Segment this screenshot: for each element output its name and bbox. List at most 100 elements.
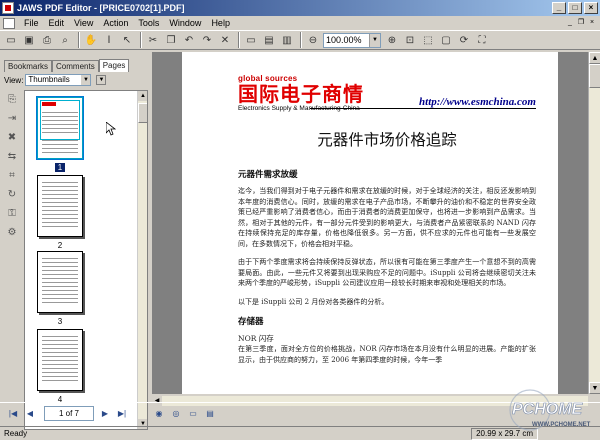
undo-icon[interactable]: ↶ (181, 32, 197, 48)
menu-view[interactable]: View (69, 16, 98, 30)
maximize-button[interactable]: □ (568, 2, 582, 14)
document-icon[interactable] (3, 17, 15, 29)
select-text-icon[interactable]: Ⅰ (101, 32, 117, 48)
mdi-controls: _ ❐ × (565, 18, 597, 28)
masthead-rule (310, 108, 536, 109)
fit-page-icon[interactable]: ⊡ (402, 32, 418, 48)
rotate-icon[interactable]: ⟳ (456, 32, 472, 48)
tab-bookmarks[interactable]: Bookmarks (4, 60, 53, 72)
single-page-icon[interactable]: ▭ (243, 32, 259, 48)
continuous-view-icon[interactable]: ▤ (203, 407, 217, 421)
redo-icon[interactable]: ↷ (199, 32, 215, 48)
paragraph: 由于下两个季度需求将会持续保持反弹状态，所以很有可能在第三季度产生一个意想不到的… (238, 258, 536, 287)
panel-options-button[interactable]: ▼ (96, 75, 107, 85)
actual-size-icon[interactable]: ▢ (438, 32, 454, 48)
masthead-url[interactable]: http://www.esmchina.com (419, 96, 536, 108)
insert-page-icon[interactable]: ⎘ (4, 92, 20, 108)
crop-page-icon[interactable]: ⌗ (4, 168, 20, 184)
fit-width-icon[interactable]: ⬚ (420, 32, 436, 48)
tab-comments[interactable]: Comments (52, 60, 99, 72)
select-tool-icon[interactable]: ↖ (119, 32, 135, 48)
mouse-cursor-icon (106, 122, 116, 136)
thumbnail-page[interactable]: 2 (37, 175, 85, 250)
copy-icon[interactable]: ❐ (163, 32, 179, 48)
continuous-icon[interactable]: ▤ (261, 32, 277, 48)
first-page-icon[interactable]: |◀ (6, 407, 20, 421)
menu-bar: File Edit View Action Tools Window Help … (0, 16, 600, 30)
lock-page-icon[interactable]: ⚿ (4, 206, 20, 222)
extract-page-icon[interactable]: ⇥ (4, 111, 20, 127)
menu-edit[interactable]: Edit (44, 16, 70, 30)
thumbnail-list[interactable]: 1 2 3 4 ▲ ▼ (24, 90, 148, 430)
toolbar: ▭ ▣ ⎙ ⌕ ✋ Ⅰ ↖ ✂ ❐ ↶ ↷ ✕ ▭ ▤ ▥ ⊖ 100.00% ▼… (0, 30, 600, 50)
masthead: global sources 国际电子商情 Electronics Supply… (238, 74, 536, 114)
thumbnail-page[interactable]: 4 (37, 329, 85, 404)
save-icon[interactable]: ▣ (21, 32, 37, 48)
minimize-button[interactable]: _ (552, 2, 566, 14)
menu-help[interactable]: Help (206, 16, 235, 30)
mdi-minimize-button[interactable]: _ (565, 18, 575, 28)
back-icon[interactable]: ◉ (152, 407, 166, 421)
mdi-restore-button[interactable]: ❐ (576, 18, 586, 28)
paragraph: 以下是 iSuppli 公司 2 月份对各类器件的分析。 (238, 297, 389, 306)
cut-icon[interactable]: ✂ (145, 32, 161, 48)
zoom-select[interactable]: 100.00% ▼ (323, 32, 381, 48)
zoom-out-icon[interactable]: ⊖ (305, 32, 321, 48)
mdi-close-button[interactable]: × (587, 18, 597, 28)
next-page-icon[interactable]: ▶ (98, 407, 112, 421)
thumbnail-image (37, 251, 83, 313)
scroll-thumb[interactable] (138, 103, 147, 123)
previous-page-icon[interactable]: ◀ (23, 407, 37, 421)
single-page-view-icon[interactable]: ▭ (186, 407, 200, 421)
document-view[interactable]: global sources 国际电子商情 Electronics Supply… (152, 52, 588, 394)
hand-tool-icon[interactable]: ✋ (83, 32, 99, 48)
delete-page-icon[interactable]: ✖ (4, 130, 20, 146)
new-icon[interactable]: ▭ (3, 32, 19, 48)
pdf-page[interactable]: global sources 国际电子商情 Electronics Supply… (182, 52, 558, 394)
view-row: View: Thumbnails ▼ ▼ (4, 74, 107, 86)
forward-icon[interactable]: ◎ (169, 407, 183, 421)
delete-icon[interactable]: ✕ (217, 32, 233, 48)
facing-icon[interactable]: ▥ (279, 32, 295, 48)
menu-window[interactable]: Window (164, 16, 206, 30)
menu-action[interactable]: Action (98, 16, 133, 30)
full-screen-icon[interactable]: ⛶ (474, 32, 490, 48)
scroll-down-icon[interactable]: ▼ (589, 382, 600, 394)
status-bar: Ready 20.99 x 29.7 cm (0, 426, 600, 440)
toolbar-separator (78, 32, 80, 48)
last-page-icon[interactable]: ▶| (115, 407, 129, 421)
menu-file[interactable]: File (19, 16, 44, 30)
thumbnail-image (37, 175, 83, 237)
scroll-thumb[interactable] (589, 64, 600, 88)
print-icon[interactable]: ⎙ (39, 32, 55, 48)
page-properties-icon[interactable]: ⚙ (4, 225, 20, 241)
thumbnail-number: 1 (55, 163, 65, 172)
status-text: Ready (4, 429, 28, 438)
headline: 元器件市场价格追踪 (317, 131, 457, 149)
paragraph: 在第三季度，面对全方位的价格挑战，NOR 闪存市场在本月没有什么明显的进展。产能… (238, 345, 536, 364)
chevron-down-icon[interactable]: ▼ (369, 33, 380, 47)
menu-tools[interactable]: Tools (133, 16, 164, 30)
section-title: 存储器 (238, 317, 264, 327)
chevron-down-icon[interactable]: ▼ (81, 75, 91, 85)
subsection-title: NOR 闪存 (238, 334, 274, 343)
rotate-page-icon[interactable]: ↻ (4, 187, 20, 203)
app-icon[interactable] (2, 2, 14, 14)
toolbar-separator (140, 32, 142, 48)
thumbnail-page[interactable]: 1 (37, 97, 85, 172)
thumbnail-number: 3 (57, 317, 63, 326)
app-window: JAWS PDF Editor - [PRICE0702[1].PDF] _ □… (0, 0, 600, 440)
thumbnail-page[interactable]: 3 (37, 251, 85, 326)
print-preview-icon[interactable]: ⌕ (57, 32, 73, 48)
zoom-value: 100.00% (326, 34, 362, 45)
zoom-in-icon[interactable]: ⊕ (384, 32, 400, 48)
scroll-up-icon[interactable]: ▲ (138, 91, 147, 101)
thumbnail-scrollbar[interactable]: ▲ ▼ (137, 91, 147, 429)
document-scrollbar[interactable]: ▲ ▼ (588, 52, 600, 394)
replace-page-icon[interactable]: ⇆ (4, 149, 20, 165)
tab-pages[interactable]: Pages (98, 59, 130, 72)
close-button[interactable]: × (584, 2, 598, 14)
scroll-up-icon[interactable]: ▲ (589, 52, 600, 64)
view-select[interactable]: Thumbnails ▼ (25, 74, 92, 86)
page-indicator[interactable]: 1 of 7 (44, 406, 94, 421)
